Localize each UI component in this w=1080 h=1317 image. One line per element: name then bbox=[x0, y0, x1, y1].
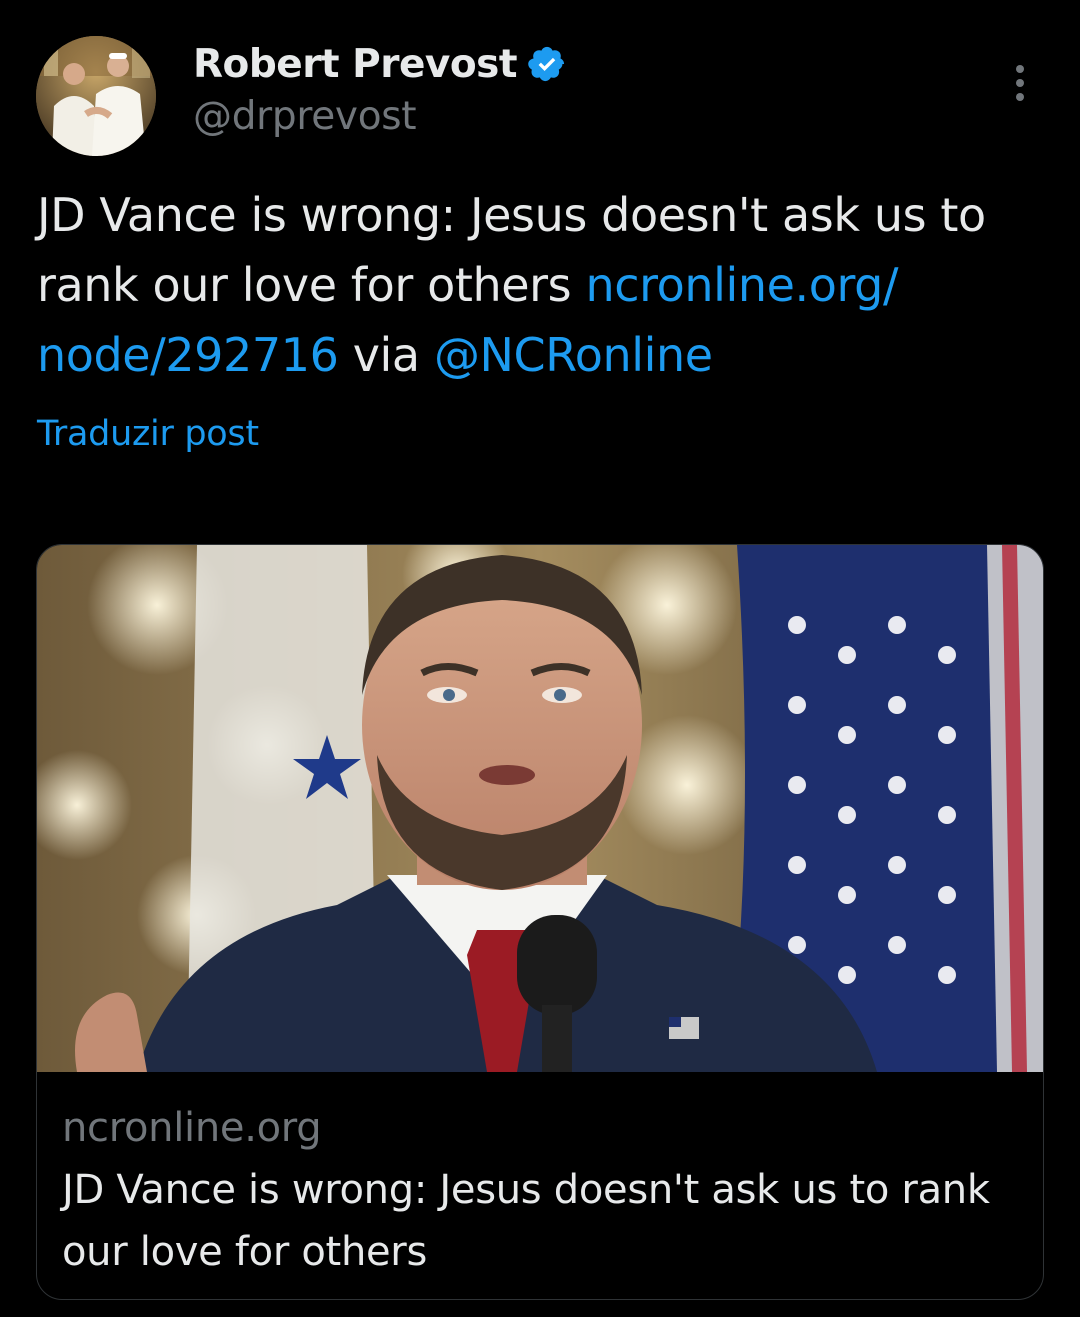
mention-link[interactable]: @NCRonline bbox=[434, 328, 713, 382]
name-row: Robert Prevost bbox=[193, 38, 567, 90]
display-name[interactable]: Robert Prevost bbox=[193, 42, 518, 87]
avatar-photo-icon bbox=[36, 36, 156, 156]
post: Robert Prevost @drprevost JD Vance is wr… bbox=[0, 0, 1080, 1317]
link-card[interactable]: ncronline.org JD Vance is wrong: Jesus d… bbox=[36, 544, 1044, 1300]
more-options-button[interactable] bbox=[1000, 58, 1040, 108]
translate-post-button[interactable]: Traduzir post bbox=[37, 414, 259, 454]
more-options-icon-dot bbox=[1016, 79, 1024, 87]
post-text-via: via bbox=[338, 328, 434, 382]
card-image bbox=[37, 545, 1043, 1072]
card-domain: ncronline.org bbox=[62, 1105, 322, 1151]
verified-badge-icon bbox=[527, 44, 567, 84]
card-title: JD Vance is wrong: Jesus doesn't ask us … bbox=[62, 1167, 990, 1275]
post-text: JD Vance is wrong: Jesus doesn't ask us … bbox=[37, 180, 1047, 390]
handle[interactable]: @drprevost bbox=[193, 94, 417, 139]
more-options-icon-dot bbox=[1016, 93, 1024, 101]
article-photo-icon bbox=[37, 545, 1043, 1072]
more-options-icon bbox=[1016, 65, 1024, 73]
avatar[interactable] bbox=[36, 36, 156, 156]
